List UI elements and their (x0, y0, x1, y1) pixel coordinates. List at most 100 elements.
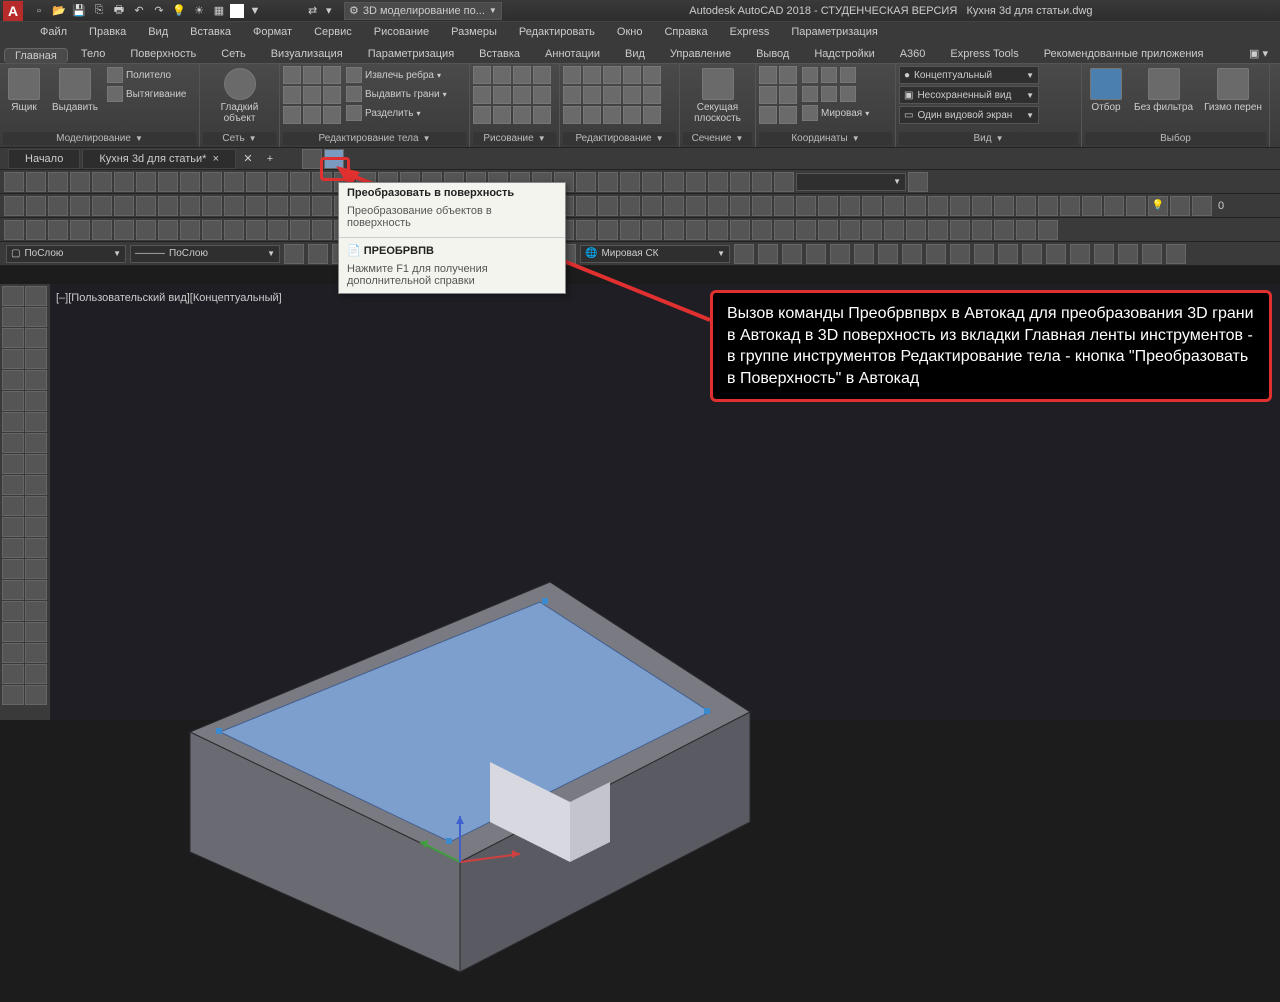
tb-icon[interactable] (730, 172, 750, 192)
tb-icon[interactable] (1142, 244, 1162, 264)
tb-icon[interactable] (1038, 220, 1058, 240)
tb-icon[interactable] (576, 196, 596, 216)
se-icon[interactable] (323, 66, 341, 84)
draw-tool-icon[interactable] (2, 601, 24, 621)
draw-tool-icon[interactable] (25, 328, 47, 348)
menu-edit[interactable]: Правка (79, 24, 136, 40)
draw-tool-icon[interactable] (25, 559, 47, 579)
menu-insert[interactable]: Вставка (180, 24, 241, 40)
gizmo-button[interactable]: Гизмо перен (1200, 66, 1266, 115)
draw-icon[interactable] (473, 86, 491, 104)
extract-edges-button[interactable]: Извлечь ребра▾ (344, 66, 449, 84)
tb-icon[interactable] (994, 196, 1014, 216)
tb-icon[interactable] (752, 196, 772, 216)
tb-icon[interactable] (308, 244, 328, 264)
qat-save-icon[interactable]: 💾 (70, 2, 88, 20)
tb-icon[interactable] (136, 220, 156, 240)
tb-icon[interactable] (752, 172, 772, 192)
tab-manage[interactable]: Управление (658, 45, 743, 63)
tab-solid[interactable]: Тело (69, 45, 118, 63)
menu-view[interactable]: Вид (138, 24, 178, 40)
tb-icon[interactable] (908, 172, 928, 192)
tb-icon[interactable] (158, 172, 178, 192)
cloud-icon[interactable]: ▾ (326, 4, 344, 17)
se-icon[interactable] (323, 106, 341, 124)
tb-icon[interactable] (598, 220, 618, 240)
tab-insert[interactable]: Вставка (467, 45, 532, 63)
menu-param[interactable]: Параметризация (781, 24, 887, 40)
ucs-icon[interactable] (779, 106, 797, 124)
tb-icon[interactable] (246, 220, 266, 240)
tb-icon[interactable] (758, 244, 778, 264)
draw-tool-icon[interactable] (2, 643, 24, 663)
tb-icon[interactable] (70, 196, 90, 216)
draw-tool-icon[interactable] (2, 475, 24, 495)
tb-icon[interactable] (1022, 244, 1042, 264)
tb-icon[interactable] (782, 244, 802, 264)
tb-icon[interactable] (180, 196, 200, 216)
add-tab-button[interactable]: + (260, 153, 280, 165)
draw-tool-icon[interactable] (2, 685, 24, 705)
menu-dim[interactable]: Размеры (441, 24, 507, 40)
tb-icon[interactable] (926, 244, 946, 264)
polysolid-button[interactable]: Политело (105, 66, 189, 84)
mod-icon[interactable] (583, 66, 601, 84)
tb-icon[interactable] (26, 220, 46, 240)
tb-icon[interactable] (1126, 196, 1146, 216)
layer-icon[interactable]: ▦ (210, 2, 228, 20)
tb-icon[interactable] (268, 220, 288, 240)
menu-file[interactable]: Файл (30, 24, 77, 40)
draw-tool-icon[interactable] (2, 559, 24, 579)
tb-icon[interactable] (752, 220, 772, 240)
tb-icon[interactable] (576, 220, 596, 240)
mod-icon[interactable] (583, 86, 601, 104)
tb-icon[interactable] (906, 220, 926, 240)
tb-icon[interactable] (4, 172, 24, 192)
tb-icon[interactable] (686, 172, 706, 192)
tb-icon[interactable] (906, 196, 926, 216)
qat-redo-icon[interactable]: ↷ (150, 2, 168, 20)
tb-icon[interactable] (246, 172, 266, 192)
tb-icon[interactable] (598, 196, 618, 216)
tb-icon[interactable] (862, 220, 882, 240)
tab-annot[interactable]: Аннотации (533, 45, 612, 63)
ucs-icon[interactable] (779, 86, 797, 104)
tb-icon[interactable] (708, 172, 728, 192)
tab-visual[interactable]: Визуализация (259, 45, 355, 63)
section-button[interactable]: Секущая плоскость (683, 66, 752, 126)
tb-icon[interactable] (180, 220, 200, 240)
qat-print-icon[interactable]: 🖶 (110, 2, 128, 20)
qat-open-icon[interactable]: 📂 (50, 2, 68, 20)
tb-icon[interactable] (48, 220, 68, 240)
mod-icon[interactable] (623, 86, 641, 104)
ltype-combo[interactable]: ——— ПоСлою▼ (130, 245, 280, 263)
smooth-button[interactable]: Гладкий объект (203, 66, 276, 126)
mod-icon[interactable] (603, 86, 621, 104)
tb-icon[interactable] (1104, 196, 1124, 216)
tb-icon[interactable] (818, 196, 838, 216)
se-icon[interactable] (283, 86, 301, 104)
tab-start[interactable]: Начало (8, 149, 80, 169)
tb-icon[interactable] (620, 220, 640, 240)
tb-icon[interactable] (950, 196, 970, 216)
mod-icon[interactable] (623, 106, 641, 124)
ucs-row[interactable] (800, 66, 871, 84)
qat-dropdown-icon[interactable]: ▼ (246, 2, 264, 20)
qat-saveas-icon[interactable]: ⎘ (90, 2, 108, 20)
tb-icon[interactable] (830, 244, 850, 264)
draw-tool-icon[interactable] (2, 664, 24, 684)
tb-icon[interactable] (620, 196, 640, 216)
draw-tool-icon[interactable] (25, 349, 47, 369)
draw-tool-icon[interactable] (2, 349, 24, 369)
mod-icon[interactable] (563, 86, 581, 104)
ucs-icon[interactable] (779, 66, 797, 84)
se-icon[interactable] (303, 106, 321, 124)
tb-icon[interactable] (730, 196, 750, 216)
new-tab-button[interactable]: ✕ (238, 152, 258, 165)
draw-tool-icon[interactable] (25, 475, 47, 495)
draw-icon[interactable] (493, 66, 511, 84)
tb-icon[interactable] (114, 220, 134, 240)
menu-modify[interactable]: Редактировать (509, 24, 605, 40)
tb-icon[interactable] (48, 196, 68, 216)
se-icon[interactable] (323, 86, 341, 104)
